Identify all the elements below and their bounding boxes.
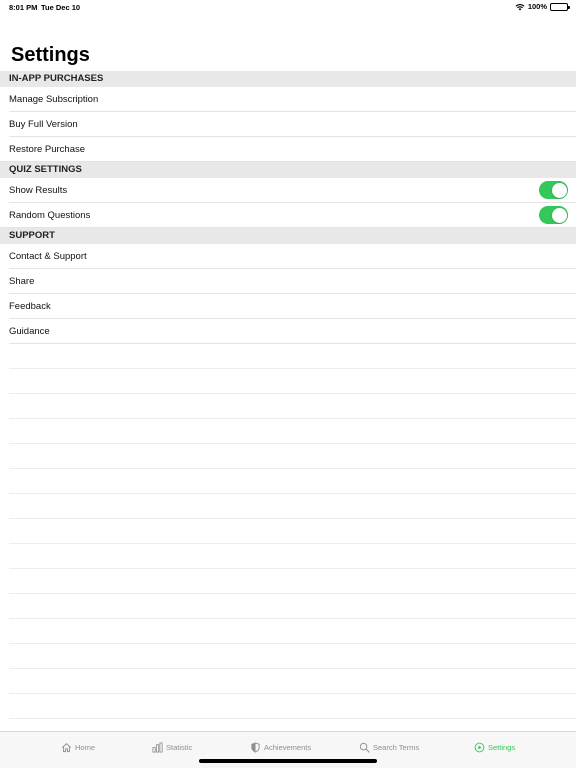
tab-search-terms-label: Search Terms	[373, 742, 420, 752]
empty-row	[0, 494, 576, 519]
empty-row	[0, 369, 576, 394]
section-header-support: SUPPORT	[0, 228, 576, 244]
tab-search-terms[interactable]: Search Terms	[359, 740, 419, 754]
status-date: Tue Dec 10	[41, 3, 81, 12]
empty-row	[0, 594, 576, 619]
buy-full-version-row[interactable]: Buy Full Version	[0, 112, 576, 137]
page-title: Settings	[11, 44, 90, 66]
toggle-knob	[551, 182, 567, 198]
status-bar: 8:01 PM Tue Dec 10 100%	[0, 0, 576, 16]
random-questions-toggle[interactable]	[539, 206, 568, 224]
empty-row	[0, 519, 576, 544]
show-results-label: Show Results	[9, 185, 68, 196]
empty-row	[0, 469, 576, 494]
guidance-row[interactable]: Guidance	[0, 319, 576, 344]
tab-settings-label: Settings	[488, 742, 516, 752]
empty-row	[0, 444, 576, 469]
show-results-toggle[interactable]	[539, 181, 568, 199]
empty-row	[0, 694, 576, 719]
search-icon	[359, 742, 370, 753]
empty-row	[0, 619, 576, 644]
empty-row	[0, 669, 576, 694]
random-questions-label: Random Questions	[9, 210, 91, 221]
shield-icon	[251, 741, 260, 753]
empty-row	[0, 394, 576, 419]
section-header-in-app-purchases: IN-APP PURCHASES	[0, 71, 576, 87]
empty-row	[0, 544, 576, 569]
toggle-knob	[551, 207, 567, 223]
bar-chart-icon	[152, 742, 163, 752]
tab-statistic-label: Statistic	[166, 742, 193, 752]
empty-row	[0, 419, 576, 444]
tab-home[interactable]: Home	[61, 740, 95, 754]
home-indicator[interactable]	[199, 759, 377, 763]
home-icon	[62, 742, 71, 752]
contact-support-row[interactable]: Contact & Support	[0, 244, 576, 269]
tab-statistic[interactable]: Statistic	[152, 740, 192, 754]
empty-row	[0, 569, 576, 594]
show-results-row: Show Results	[0, 178, 576, 203]
empty-row	[0, 344, 576, 369]
settings-list: IN-APP PURCHASES Manage Subscription Buy…	[0, 71, 576, 719]
tab-achievements-label: Achievements	[264, 742, 312, 752]
status-time: 8:01 PM	[9, 3, 38, 12]
battery-icon	[550, 2, 570, 11]
feedback-row[interactable]: Feedback	[0, 294, 576, 319]
battery-percent: 100%	[527, 2, 547, 11]
tab-settings[interactable]: Settings	[474, 740, 515, 754]
restore-purchase-row[interactable]: Restore Purchase	[0, 137, 576, 162]
tab-achievements[interactable]: Achievements	[250, 740, 311, 754]
play-circle-icon	[474, 742, 485, 752]
status-indicators: 100%	[515, 2, 570, 11]
share-row[interactable]: Share	[0, 269, 576, 294]
tab-home-label: Home	[75, 742, 96, 752]
random-questions-row: Random Questions	[0, 203, 576, 228]
section-header-quiz-settings: QUIZ SETTINGS	[0, 162, 576, 178]
wifi-icon	[515, 3, 525, 10]
empty-row	[0, 644, 576, 669]
manage-subscription-row[interactable]: Manage Subscription	[0, 87, 576, 112]
